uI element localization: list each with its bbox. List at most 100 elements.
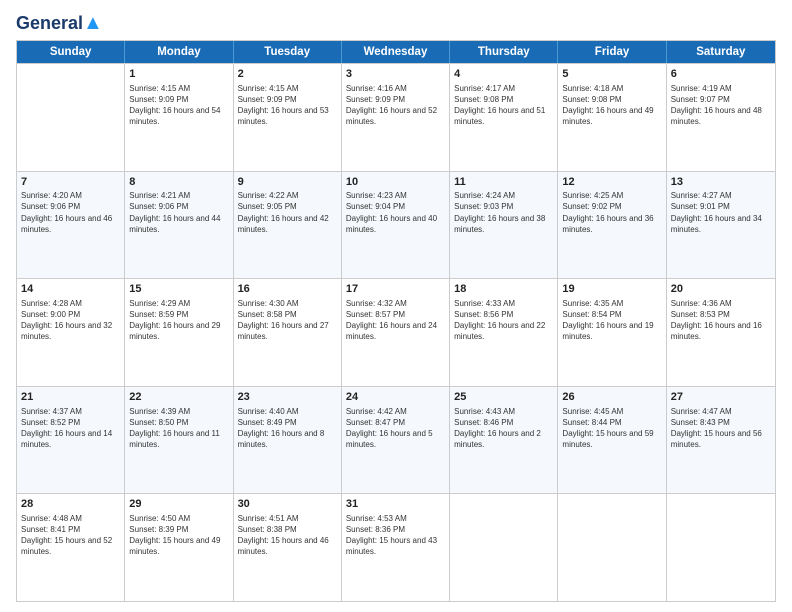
day-number: 8: [129, 175, 228, 190]
day-number: 9: [238, 175, 337, 190]
day-number: 4: [454, 67, 553, 82]
page: General▲ SundayMondayTuesdayWednesdayThu…: [0, 0, 792, 612]
day-number: 14: [21, 282, 120, 297]
day-info: Sunrise: 4:36 AM Sunset: 8:53 PM Dayligh…: [671, 298, 771, 342]
calendar-cell: 8Sunrise: 4:21 AM Sunset: 9:06 PM Daylig…: [125, 172, 233, 279]
day-number: 20: [671, 282, 771, 297]
day-info: Sunrise: 4:16 AM Sunset: 9:09 PM Dayligh…: [346, 83, 445, 127]
day-info: Sunrise: 4:15 AM Sunset: 9:09 PM Dayligh…: [238, 83, 337, 127]
day-info: Sunrise: 4:25 AM Sunset: 9:02 PM Dayligh…: [562, 190, 661, 234]
day-number: 12: [562, 175, 661, 190]
calendar-header-friday: Friday: [558, 41, 666, 63]
calendar: SundayMondayTuesdayWednesdayThursdayFrid…: [16, 40, 776, 602]
day-info: Sunrise: 4:43 AM Sunset: 8:46 PM Dayligh…: [454, 406, 553, 450]
calendar-cell: 12Sunrise: 4:25 AM Sunset: 9:02 PM Dayli…: [558, 172, 666, 279]
day-info: Sunrise: 4:24 AM Sunset: 9:03 PM Dayligh…: [454, 190, 553, 234]
day-number: 23: [238, 390, 337, 405]
day-info: Sunrise: 4:48 AM Sunset: 8:41 PM Dayligh…: [21, 513, 120, 557]
calendar-cell: 25Sunrise: 4:43 AM Sunset: 8:46 PM Dayli…: [450, 387, 558, 494]
calendar-cell: 5Sunrise: 4:18 AM Sunset: 9:08 PM Daylig…: [558, 64, 666, 171]
calendar-cell: 19Sunrise: 4:35 AM Sunset: 8:54 PM Dayli…: [558, 279, 666, 386]
calendar-cell: 6Sunrise: 4:19 AM Sunset: 9:07 PM Daylig…: [667, 64, 775, 171]
calendar-header-saturday: Saturday: [667, 41, 775, 63]
day-info: Sunrise: 4:29 AM Sunset: 8:59 PM Dayligh…: [129, 298, 228, 342]
calendar-cell: 16Sunrise: 4:30 AM Sunset: 8:58 PM Dayli…: [234, 279, 342, 386]
day-number: 29: [129, 497, 228, 512]
calendar-cell: 10Sunrise: 4:23 AM Sunset: 9:04 PM Dayli…: [342, 172, 450, 279]
calendar-week-1: 1Sunrise: 4:15 AM Sunset: 9:09 PM Daylig…: [17, 63, 775, 171]
calendar-cell: 4Sunrise: 4:17 AM Sunset: 9:08 PM Daylig…: [450, 64, 558, 171]
day-info: Sunrise: 4:21 AM Sunset: 9:06 PM Dayligh…: [129, 190, 228, 234]
day-info: Sunrise: 4:37 AM Sunset: 8:52 PM Dayligh…: [21, 406, 120, 450]
calendar-cell: 26Sunrise: 4:45 AM Sunset: 8:44 PM Dayli…: [558, 387, 666, 494]
calendar-cell: [450, 494, 558, 601]
day-number: 22: [129, 390, 228, 405]
day-info: Sunrise: 4:20 AM Sunset: 9:06 PM Dayligh…: [21, 190, 120, 234]
day-number: 24: [346, 390, 445, 405]
day-info: Sunrise: 4:32 AM Sunset: 8:57 PM Dayligh…: [346, 298, 445, 342]
day-info: Sunrise: 4:47 AM Sunset: 8:43 PM Dayligh…: [671, 406, 771, 450]
day-number: 21: [21, 390, 120, 405]
calendar-cell: 17Sunrise: 4:32 AM Sunset: 8:57 PM Dayli…: [342, 279, 450, 386]
calendar-cell: 27Sunrise: 4:47 AM Sunset: 8:43 PM Dayli…: [667, 387, 775, 494]
day-number: 27: [671, 390, 771, 405]
day-info: Sunrise: 4:53 AM Sunset: 8:36 PM Dayligh…: [346, 513, 445, 557]
day-number: 2: [238, 67, 337, 82]
logo-general: General: [16, 13, 83, 33]
day-number: 30: [238, 497, 337, 512]
calendar-cell: 1Sunrise: 4:15 AM Sunset: 9:09 PM Daylig…: [125, 64, 233, 171]
day-number: 3: [346, 67, 445, 82]
day-info: Sunrise: 4:50 AM Sunset: 8:39 PM Dayligh…: [129, 513, 228, 557]
calendar-cell: [667, 494, 775, 601]
day-number: 10: [346, 175, 445, 190]
day-number: 26: [562, 390, 661, 405]
calendar-cell: 18Sunrise: 4:33 AM Sunset: 8:56 PM Dayli…: [450, 279, 558, 386]
calendar-cell: 3Sunrise: 4:16 AM Sunset: 9:09 PM Daylig…: [342, 64, 450, 171]
calendar-cell: 11Sunrise: 4:24 AM Sunset: 9:03 PM Dayli…: [450, 172, 558, 279]
day-info: Sunrise: 4:19 AM Sunset: 9:07 PM Dayligh…: [671, 83, 771, 127]
calendar-cell: 20Sunrise: 4:36 AM Sunset: 8:53 PM Dayli…: [667, 279, 775, 386]
calendar-cell: 31Sunrise: 4:53 AM Sunset: 8:36 PM Dayli…: [342, 494, 450, 601]
calendar-header-wednesday: Wednesday: [342, 41, 450, 63]
logo-text: General▲: [16, 12, 103, 34]
calendar-cell: 15Sunrise: 4:29 AM Sunset: 8:59 PM Dayli…: [125, 279, 233, 386]
day-info: Sunrise: 4:35 AM Sunset: 8:54 PM Dayligh…: [562, 298, 661, 342]
day-number: 1: [129, 67, 228, 82]
day-number: 18: [454, 282, 553, 297]
day-number: 16: [238, 282, 337, 297]
calendar-cell: 30Sunrise: 4:51 AM Sunset: 8:38 PM Dayli…: [234, 494, 342, 601]
day-number: 5: [562, 67, 661, 82]
day-info: Sunrise: 4:23 AM Sunset: 9:04 PM Dayligh…: [346, 190, 445, 234]
header: General▲: [16, 12, 776, 32]
calendar-body: 1Sunrise: 4:15 AM Sunset: 9:09 PM Daylig…: [17, 63, 775, 601]
calendar-week-5: 28Sunrise: 4:48 AM Sunset: 8:41 PM Dayli…: [17, 493, 775, 601]
calendar-header-monday: Monday: [125, 41, 233, 63]
calendar-cell: 13Sunrise: 4:27 AM Sunset: 9:01 PM Dayli…: [667, 172, 775, 279]
calendar-cell: 24Sunrise: 4:42 AM Sunset: 8:47 PM Dayli…: [342, 387, 450, 494]
day-info: Sunrise: 4:30 AM Sunset: 8:58 PM Dayligh…: [238, 298, 337, 342]
calendar-cell: 21Sunrise: 4:37 AM Sunset: 8:52 PM Dayli…: [17, 387, 125, 494]
day-number: 15: [129, 282, 228, 297]
day-info: Sunrise: 4:28 AM Sunset: 9:00 PM Dayligh…: [21, 298, 120, 342]
day-number: 31: [346, 497, 445, 512]
day-info: Sunrise: 4:39 AM Sunset: 8:50 PM Dayligh…: [129, 406, 228, 450]
day-number: 17: [346, 282, 445, 297]
day-info: Sunrise: 4:22 AM Sunset: 9:05 PM Dayligh…: [238, 190, 337, 234]
day-number: 25: [454, 390, 553, 405]
calendar-cell: 7Sunrise: 4:20 AM Sunset: 9:06 PM Daylig…: [17, 172, 125, 279]
day-info: Sunrise: 4:33 AM Sunset: 8:56 PM Dayligh…: [454, 298, 553, 342]
calendar-cell: 14Sunrise: 4:28 AM Sunset: 9:00 PM Dayli…: [17, 279, 125, 386]
day-info: Sunrise: 4:18 AM Sunset: 9:08 PM Dayligh…: [562, 83, 661, 127]
day-info: Sunrise: 4:27 AM Sunset: 9:01 PM Dayligh…: [671, 190, 771, 234]
day-info: Sunrise: 4:15 AM Sunset: 9:09 PM Dayligh…: [129, 83, 228, 127]
day-info: Sunrise: 4:42 AM Sunset: 8:47 PM Dayligh…: [346, 406, 445, 450]
day-number: 19: [562, 282, 661, 297]
calendar-header-tuesday: Tuesday: [234, 41, 342, 63]
day-number: 7: [21, 175, 120, 190]
calendar-week-2: 7Sunrise: 4:20 AM Sunset: 9:06 PM Daylig…: [17, 171, 775, 279]
calendar-week-4: 21Sunrise: 4:37 AM Sunset: 8:52 PM Dayli…: [17, 386, 775, 494]
day-info: Sunrise: 4:17 AM Sunset: 9:08 PM Dayligh…: [454, 83, 553, 127]
day-number: 6: [671, 67, 771, 82]
calendar-cell: 28Sunrise: 4:48 AM Sunset: 8:41 PM Dayli…: [17, 494, 125, 601]
logo: General▲: [16, 12, 103, 32]
